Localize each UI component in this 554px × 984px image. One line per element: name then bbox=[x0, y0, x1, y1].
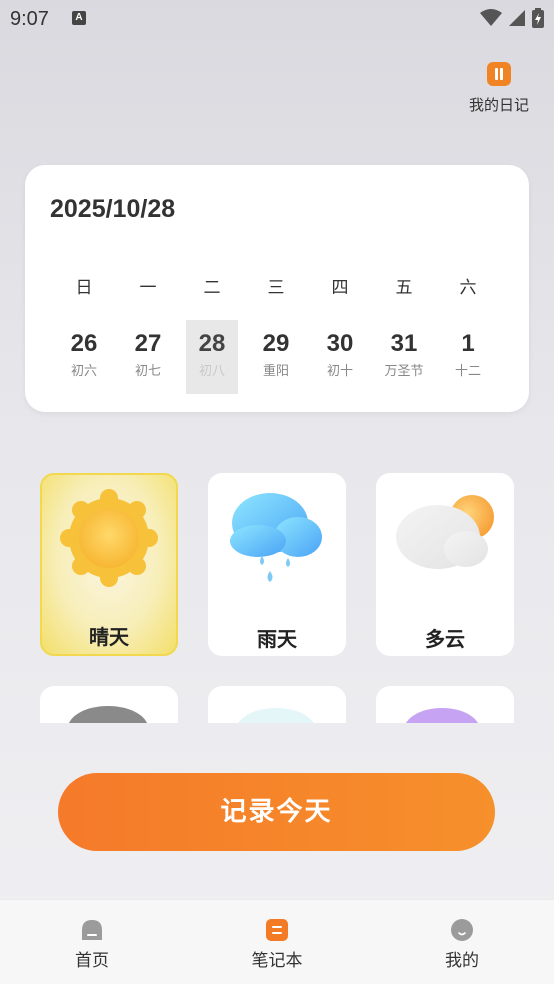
status-time: 9:07 bbox=[10, 8, 49, 30]
calendar-day[interactable]: 30 初十 bbox=[314, 320, 366, 394]
weather-option-partial[interactable] bbox=[208, 686, 346, 723]
wifi-icon bbox=[480, 9, 502, 26]
my-diary-label: 我的日记 bbox=[468, 96, 529, 114]
battery-icon bbox=[532, 8, 544, 28]
nav-home[interactable]: 首页 bbox=[32, 900, 152, 984]
weather-label: 晴天 bbox=[89, 625, 129, 649]
record-today-button[interactable]: 记录今天 bbox=[58, 773, 495, 851]
day-lunar: 初十 bbox=[326, 364, 353, 379]
calendar-day-selected[interactable]: 28 初八 bbox=[186, 320, 238, 394]
weather-option-rainy[interactable]: 雨天 bbox=[208, 473, 346, 656]
weekday-tue: 二 bbox=[203, 278, 221, 298]
nav-label: 笔记本 bbox=[251, 951, 303, 971]
calendar-day[interactable]: 27 初七 bbox=[122, 320, 174, 394]
weather-option-cloudy[interactable]: 多云 bbox=[376, 473, 514, 656]
weekday-fri: 五 bbox=[395, 278, 413, 298]
nav-label: 首页 bbox=[75, 951, 109, 971]
weekday-mon: 一 bbox=[139, 278, 157, 298]
day-lunar: 初六 bbox=[70, 364, 97, 379]
cloudy-icon bbox=[396, 495, 494, 569]
nav-profile[interactable]: 我的 bbox=[402, 900, 522, 984]
home-icon bbox=[82, 920, 102, 940]
accessibility-badge-icon: A bbox=[72, 11, 86, 25]
calendar-day[interactable]: 1 十二 bbox=[442, 320, 494, 394]
day-number: 1 bbox=[461, 330, 475, 357]
day-lunar: 重阳 bbox=[262, 364, 289, 379]
calendar-day[interactable]: 29 重阳 bbox=[250, 320, 302, 394]
sun-icon bbox=[60, 489, 158, 587]
weekday-wed: 三 bbox=[267, 278, 285, 298]
weather-label: 雨天 bbox=[257, 627, 297, 651]
status-bar: 9:07 A bbox=[0, 0, 554, 38]
weekday-thu: 四 bbox=[331, 278, 349, 298]
calendar-card: 2025/10/28 日 一 二 三 四 五 六 26 初六 27 初七 28 … bbox=[25, 165, 529, 412]
day-number: 28 bbox=[198, 330, 226, 357]
weather-label: 多云 bbox=[425, 627, 465, 651]
weekday-sat: 六 bbox=[459, 278, 477, 298]
weather-option-partial[interactable] bbox=[376, 686, 514, 723]
wind-icon bbox=[238, 708, 314, 723]
my-diary-button[interactable]: 我的日记 bbox=[462, 60, 536, 120]
day-number: 27 bbox=[134, 330, 162, 357]
day-number: 26 bbox=[70, 330, 98, 357]
weather-row-partial bbox=[0, 686, 554, 723]
rain-cloud-icon bbox=[230, 493, 322, 582]
weather-option-partial[interactable] bbox=[40, 686, 178, 723]
calendar-day[interactable]: 26 初六 bbox=[58, 320, 110, 394]
day-number: 29 bbox=[262, 330, 290, 357]
pause-diary-icon bbox=[487, 62, 511, 86]
day-lunar: 初八 bbox=[198, 364, 225, 379]
status-icons bbox=[480, 8, 544, 28]
day-lunar: 十二 bbox=[454, 364, 481, 379]
calendar-date: 2025/10/28 bbox=[50, 195, 176, 223]
day-lunar: 万圣节 bbox=[384, 364, 424, 379]
dark-cloud-icon bbox=[69, 706, 147, 723]
bottom-nav: 首页 笔记本 我的 bbox=[0, 899, 554, 984]
day-lunar: 初七 bbox=[134, 364, 161, 379]
profile-icon bbox=[451, 919, 473, 941]
purple-weather-icon bbox=[405, 708, 479, 723]
calendar-day[interactable]: 31 万圣节 bbox=[378, 320, 430, 394]
nav-notebook[interactable]: 笔记本 bbox=[217, 900, 337, 984]
nav-label: 我的 bbox=[445, 951, 479, 971]
notebook-icon bbox=[266, 919, 288, 941]
day-number: 30 bbox=[326, 330, 354, 357]
weekday-sun: 日 bbox=[75, 278, 93, 298]
signal-icon bbox=[509, 10, 525, 26]
weather-option-sunny[interactable]: 晴天 bbox=[40, 473, 178, 656]
day-number: 31 bbox=[390, 330, 418, 357]
